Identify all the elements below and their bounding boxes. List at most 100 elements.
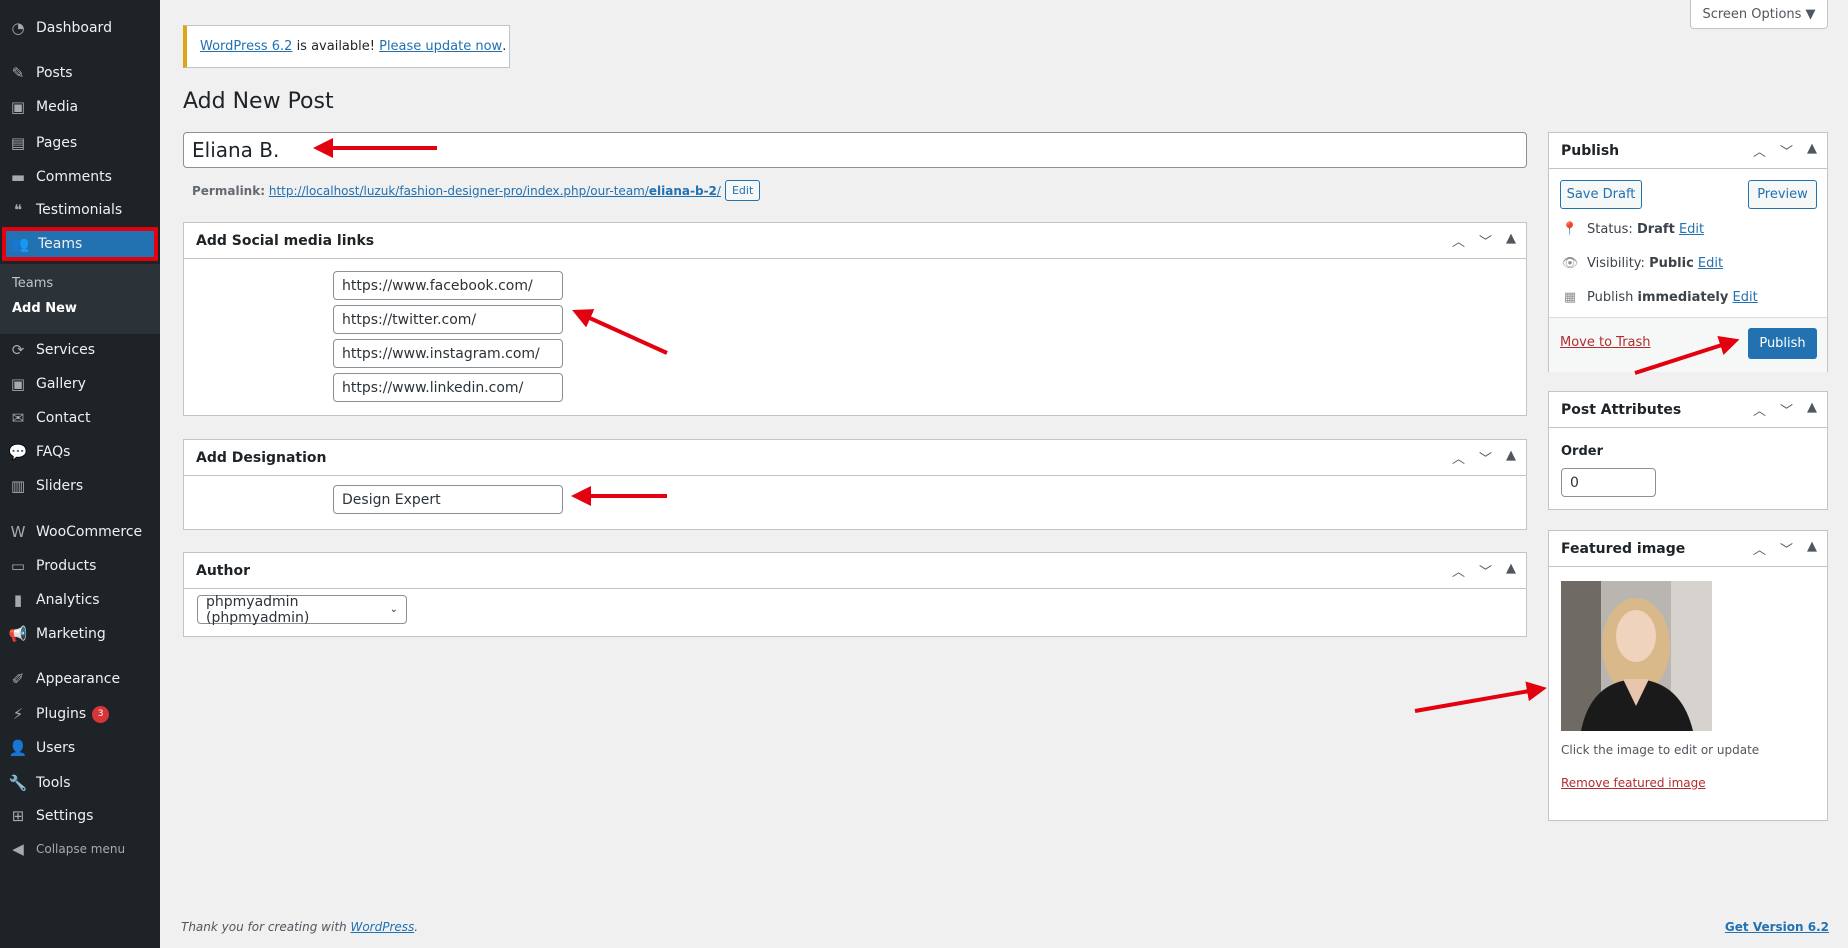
sidebar-item-marketing[interactable]: 📢 Marketing bbox=[0, 617, 160, 651]
wordpress-version-link[interactable]: WordPress 6.2 bbox=[200, 39, 292, 54]
settings-icon: ⊞ bbox=[11, 807, 25, 825]
screen-options-button[interactable]: Screen Options ▼ bbox=[1690, 0, 1828, 29]
get-version-link[interactable]: Get Version 6.2 bbox=[1725, 920, 1829, 934]
sidebar-item-label: FAQs bbox=[36, 444, 71, 460]
toggle-icon[interactable]: ▲ bbox=[1807, 141, 1817, 160]
sidebar-item-services[interactable]: ⟳ Services bbox=[0, 333, 160, 367]
move-down-icon[interactable]: ﹀ bbox=[1780, 400, 1793, 419]
post-title-input[interactable]: Eliana B. bbox=[183, 132, 1527, 168]
toggle-icon[interactable]: ▲ bbox=[1506, 561, 1516, 580]
groups-icon: 👥 bbox=[10, 235, 30, 253]
visibility-row: 👁 Visibility: Public Edit bbox=[1561, 256, 1724, 271]
visibility-edit-link[interactable]: Edit bbox=[1698, 256, 1723, 271]
designation-box-title: Add Designation bbox=[184, 440, 1526, 476]
preview-button[interactable]: Preview bbox=[1748, 180, 1817, 209]
email-icon: ✉ bbox=[11, 409, 25, 427]
order-input[interactable]: 0 bbox=[1561, 468, 1656, 497]
sidebar-item-label: Products bbox=[36, 558, 97, 574]
publish-button[interactable]: Publish bbox=[1748, 328, 1817, 359]
megaphone-icon: 📢 bbox=[8, 625, 28, 643]
sidebar-item-plugins[interactable]: ⚡ Plugins 3 bbox=[0, 697, 160, 731]
move-down-icon[interactable]: ﹀ bbox=[1479, 448, 1492, 467]
status-edit-link[interactable]: Edit bbox=[1679, 222, 1704, 237]
sidebar-item-testimonials[interactable]: ❝ Testimonials bbox=[0, 193, 160, 227]
submenu-add-new[interactable]: Add New bbox=[12, 301, 77, 316]
toggle-icon[interactable]: ▲ bbox=[1506, 448, 1516, 467]
plugins-update-badge: 3 bbox=[92, 705, 110, 723]
sidebar-item-label: Settings bbox=[36, 808, 94, 824]
sidebar-item-label: Sliders bbox=[36, 478, 84, 494]
footer-wordpress-link[interactable]: WordPress bbox=[350, 920, 414, 934]
sidebar-item-teams[interactable]: 👥 Teams bbox=[2, 227, 158, 261]
sidebar-item-collapse-menu[interactable]: ◀ Collapse menu bbox=[0, 832, 160, 866]
sidebar-item-posts[interactable]: ✎ Posts bbox=[0, 56, 160, 90]
sidebar-item-products[interactable]: ▭ Products bbox=[0, 549, 160, 583]
move-up-icon[interactable]: ︿ bbox=[1753, 400, 1766, 419]
sidebar-item-gallery[interactable]: ▣ Gallery bbox=[0, 367, 160, 401]
sidebar-item-users[interactable]: 👤 Users bbox=[0, 731, 160, 765]
schedule-edit-link[interactable]: Edit bbox=[1733, 290, 1758, 305]
move-to-trash-link[interactable]: Move to Trash bbox=[1560, 335, 1651, 350]
sidebar-item-contact[interactable]: ✉ Contact bbox=[0, 401, 160, 435]
sidebar-item-label: Analytics bbox=[36, 592, 100, 608]
toggle-icon[interactable]: ▲ bbox=[1506, 231, 1516, 250]
sidebar-item-appearance[interactable]: ✐ Appearance bbox=[0, 662, 160, 696]
sidebar-item-analytics[interactable]: ▮ Analytics bbox=[0, 583, 160, 617]
sidebar-item-sliders[interactable]: ▥ Sliders bbox=[0, 469, 160, 503]
woo-icon: W bbox=[10, 523, 26, 541]
move-up-icon[interactable]: ︿ bbox=[1753, 539, 1766, 558]
submenu-teams[interactable]: Teams bbox=[12, 276, 53, 291]
plugin-icon: ⚡ bbox=[12, 705, 24, 723]
author-box: Author ︿ ﹀ ▲ phpmyadmin (phpmyadmin) ⌄ bbox=[183, 552, 1527, 637]
author-box-title: Author bbox=[184, 553, 1526, 589]
move-up-icon[interactable]: ︿ bbox=[1753, 141, 1766, 160]
update-notice: WordPress 6.2 is available! Please updat… bbox=[183, 25, 510, 68]
move-up-icon[interactable]: ︿ bbox=[1452, 561, 1465, 580]
move-up-icon[interactable]: ︿ bbox=[1452, 231, 1465, 250]
schedule-row: ▦ Publish immediately Edit bbox=[1561, 290, 1758, 305]
collapse-icon: ◀ bbox=[12, 840, 24, 858]
featured-image[interactable] bbox=[1561, 581, 1712, 731]
permalink: Permalink: http://localhost/luzuk/fashio… bbox=[192, 180, 761, 201]
sidebar-item-pages[interactable]: ▤ Pages bbox=[0, 126, 160, 160]
save-draft-button[interactable]: Save Draft bbox=[1560, 180, 1642, 209]
move-down-icon[interactable]: ﹀ bbox=[1780, 141, 1793, 160]
sidebar-item-comments[interactable]: ▬ Comments bbox=[0, 160, 160, 194]
sidebar-item-faqs[interactable]: 💬 FAQs bbox=[0, 435, 160, 469]
social-link-input[interactable]: https://www.instagram.com/ bbox=[333, 339, 563, 368]
comment-icon: ▬ bbox=[10, 168, 26, 186]
sidebar-item-dashboard[interactable]: ◔ Dashboard bbox=[0, 11, 160, 45]
sidebar-item-label: Comments bbox=[36, 169, 112, 185]
toggle-icon[interactable]: ▲ bbox=[1807, 400, 1817, 419]
wrench-icon: 🔧 bbox=[8, 774, 28, 792]
media-icon: ▣ bbox=[10, 98, 26, 116]
sidebar-item-woocommerce[interactable]: W WooCommerce bbox=[0, 515, 160, 549]
move-down-icon[interactable]: ﹀ bbox=[1479, 561, 1492, 580]
permalink-url[interactable]: http://localhost/luzuk/fashion-designer-… bbox=[269, 184, 721, 198]
move-down-icon[interactable]: ﹀ bbox=[1780, 539, 1793, 558]
sidebar-item-label: Gallery bbox=[36, 376, 86, 392]
designation-box: Add Designation ︿﹀▲ 🎓 Design Expert bbox=[183, 439, 1527, 530]
sidebar-item-settings[interactable]: ⊞ Settings bbox=[0, 799, 160, 833]
toggle-icon[interactable]: ▲ bbox=[1807, 539, 1817, 558]
social-link-input[interactable]: https://www.facebook.com/ bbox=[333, 271, 563, 300]
remove-featured-image-link[interactable]: Remove featured image bbox=[1561, 776, 1706, 790]
sidebar-item-label: Pages bbox=[36, 135, 78, 151]
box-controls: ︿ ﹀ ▲ bbox=[1753, 539, 1817, 558]
permalink-edit-button[interactable]: Edit bbox=[724, 180, 761, 201]
social-links-box: Add Social media links ︿﹀▲ fhttps://www.… bbox=[183, 222, 1527, 416]
sidebar-item-label: Appearance bbox=[36, 671, 121, 687]
sidebar-item-tools[interactable]: 🔧 Tools bbox=[0, 766, 160, 800]
sidebar-item-label: Collapse menu bbox=[36, 842, 126, 856]
dashboard-icon: ◔ bbox=[11, 19, 25, 37]
update-now-link[interactable]: Please update now bbox=[379, 39, 502, 54]
designation-input[interactable]: Design Expert bbox=[333, 485, 563, 514]
sidebar-item-media[interactable]: ▣ Media bbox=[0, 90, 160, 124]
move-down-icon[interactable]: ﹀ bbox=[1479, 231, 1492, 250]
sidebar-item-label: Plugins bbox=[36, 706, 87, 722]
move-up-icon[interactable]: ︿ bbox=[1452, 448, 1465, 467]
author-select[interactable]: phpmyadmin (phpmyadmin) ⌄ bbox=[197, 594, 407, 626]
sidebar-item-label: Posts bbox=[36, 65, 73, 81]
social-link-input[interactable]: https://twitter.com/ bbox=[333, 305, 563, 334]
social-link-input[interactable]: https://www.linkedin.com/ bbox=[333, 373, 563, 402]
